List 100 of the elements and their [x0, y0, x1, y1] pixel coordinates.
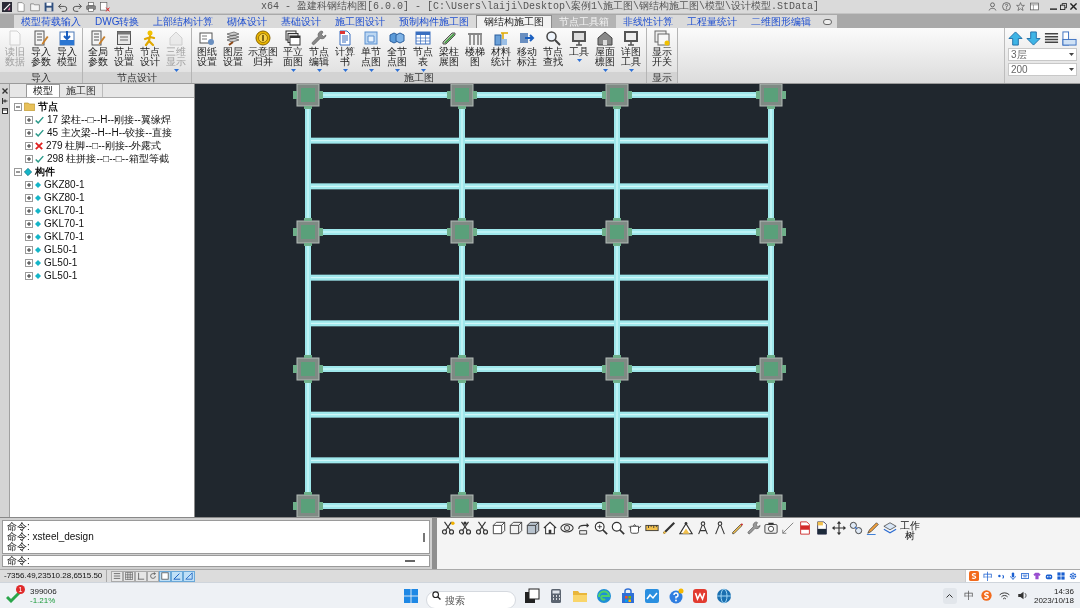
punctuation-icon[interactable] — [997, 572, 1005, 580]
ribbon-button[interactable]: 单节点图 — [359, 30, 383, 72]
calculator-icon[interactable] — [548, 587, 564, 604]
pen-icon[interactable] — [730, 521, 744, 535]
grid-icon[interactable] — [1057, 572, 1065, 580]
expand-icon[interactable] — [25, 258, 33, 267]
status-toggle-button[interactable] — [135, 570, 148, 582]
stacked-layers-icon[interactable] — [1044, 31, 1059, 46]
ribbon-tab[interactable]: 上部结构计算 — [146, 15, 221, 28]
input-mode-indicator[interactable]: 中 — [963, 589, 974, 602]
scissors-icon[interactable] — [441, 521, 455, 535]
tree-item[interactable]: GL50-1 — [44, 243, 78, 256]
ribbon-button[interactable]: 梁柱展图 — [437, 30, 461, 67]
ribbon-button[interactable]: 节点设置 — [112, 30, 136, 67]
pdf-file-icon[interactable] — [798, 521, 812, 535]
zigzag-app-icon[interactable] — [692, 587, 708, 604]
ribbon-button[interactable]: 屋面檩图 — [593, 30, 617, 72]
ribbon-button[interactable]: 节点表 — [411, 30, 435, 72]
tray-overflow-button[interactable] — [942, 587, 957, 604]
ribbon-tab[interactable]: 钢结构施工图 — [476, 15, 553, 28]
ribbon-button[interactable]: 节点查找 — [541, 30, 565, 67]
expand-icon[interactable] — [25, 154, 33, 163]
tree-item[interactable]: GKL70-1 — [44, 204, 85, 217]
ribbon-tab[interactable]: 预制构件施工图 — [392, 15, 477, 28]
layers-icon[interactable] — [883, 521, 897, 535]
ribbon-button[interactable]: 节点编辑 — [307, 30, 331, 72]
expand-icon[interactable] — [25, 115, 33, 124]
tree-item[interactable]: 45 主次梁--H--H--铰接--直接 — [47, 126, 172, 139]
ribbon-button[interactable]: 全节点图 — [385, 30, 409, 72]
cube-icon[interactable] — [492, 521, 506, 535]
move-arrows-icon[interactable] — [832, 521, 846, 535]
triangle-ruler-icon[interactable] — [679, 521, 693, 535]
page-cross-icon[interactable] — [100, 1, 110, 12]
zoom-in-icon[interactable] — [594, 521, 608, 535]
command-input-field[interactable]: 命令: — [2, 555, 430, 567]
brush-icon[interactable] — [866, 521, 880, 535]
scale-dropdown[interactable]: 200 — [1008, 63, 1077, 76]
ribbon-button[interactable]: 平立面图 — [281, 30, 305, 72]
close-icon[interactable] — [1070, 3, 1077, 10]
ribbon-button[interactable]: 工具 — [567, 30, 591, 62]
rotate-arrow-icon[interactable] — [577, 521, 591, 535]
help-icon[interactable] — [1002, 2, 1011, 11]
close-icon[interactable] — [1, 88, 8, 94]
window-icon[interactable] — [1030, 2, 1039, 11]
cube-icon[interactable] — [526, 521, 540, 535]
expand-icon[interactable] — [25, 232, 33, 241]
panel-tab[interactable]: 模型 — [26, 84, 60, 97]
link-icon[interactable] — [849, 521, 863, 535]
ribbon-button[interactable]: 材料统计 — [489, 30, 513, 67]
speaker-icon[interactable] — [1016, 591, 1027, 600]
ribbon-tab[interactable]: DWG转换 — [88, 15, 147, 28]
ribbon-button[interactable]: 节点设计 — [138, 30, 162, 67]
tree-item[interactable]: GKZ80-1 — [44, 178, 85, 191]
ribbon-button[interactable]: 显示开关 — [650, 30, 674, 67]
status-toggle-button[interactable] — [159, 570, 172, 582]
user-icon[interactable] — [988, 2, 997, 11]
settings-icon[interactable] — [1069, 572, 1077, 580]
status-toggle-button[interactable] — [171, 570, 184, 582]
ribbon-tab[interactable]: 模型荷载输入 — [14, 15, 88, 28]
search-field[interactable]: 搜索 — [426, 591, 516, 608]
collapse-icon[interactable] — [14, 102, 22, 111]
tree-item[interactable]: 298 柱拼接--□--□--箱型等截 — [47, 152, 169, 165]
down-arrow-icon[interactable] — [1026, 31, 1041, 46]
camera-icon[interactable] — [764, 521, 778, 535]
tree-item[interactable]: 17 梁柱--□--H--刚接--翼缘焊 — [47, 113, 171, 126]
zoom-icon[interactable] — [611, 521, 625, 535]
floor-dropdown[interactable]: 3层 — [1008, 48, 1077, 61]
tree-item[interactable]: 构件 — [35, 165, 55, 178]
star-icon[interactable] — [1016, 2, 1025, 11]
ribbon-tab[interactable]: 二维图形编辑 — [744, 15, 819, 28]
expand-icon[interactable] — [25, 245, 33, 254]
up-arrow-icon[interactable] — [1008, 31, 1023, 46]
ribbon-button[interactable]: 示意图归并 — [247, 30, 279, 67]
windows-logo-icon[interactable] — [404, 588, 418, 603]
app-logo-icon[interactable] — [2, 1, 12, 12]
logo-icon[interactable] — [969, 571, 979, 581]
status-toggle-button[interactable] — [183, 570, 196, 582]
work-tree-button[interactable]: 工作树 — [900, 521, 920, 541]
ribbon-tab[interactable]: 施工图设计 — [328, 15, 393, 28]
ribbon-button[interactable]: 图层设置 — [221, 30, 245, 67]
input-mode-indicator[interactable]: 中 — [983, 570, 993, 582]
expand-icon[interactable] — [25, 141, 33, 150]
ribbon-collapse-icon[interactable] — [823, 18, 833, 25]
microphone-icon[interactable] — [1009, 572, 1017, 580]
redo-icon[interactable] — [72, 1, 82, 12]
undo-icon[interactable] — [58, 1, 68, 12]
panel-tab[interactable]: 施工图 — [60, 84, 103, 97]
restore-icon[interactable] — [1060, 3, 1067, 10]
ribbon-button[interactable]: 计算书 — [333, 30, 357, 72]
expand-icon[interactable] — [25, 180, 33, 189]
keyboard-icon[interactable] — [1021, 572, 1029, 580]
house-icon[interactable] — [543, 521, 557, 535]
question-bubble-icon[interactable] — [668, 587, 684, 604]
panel-layout-icon[interactable] — [1062, 31, 1077, 46]
scissors-icon[interactable] — [475, 521, 489, 535]
wrench-icon[interactable] — [747, 521, 761, 535]
globe-icon[interactable] — [716, 587, 732, 604]
tree-item[interactable]: 279 柱脚--□--刚接--外露式 — [46, 139, 162, 152]
scrollbar-thumb[interactable] — [423, 533, 425, 542]
wifi-icon[interactable] — [998, 591, 1010, 600]
